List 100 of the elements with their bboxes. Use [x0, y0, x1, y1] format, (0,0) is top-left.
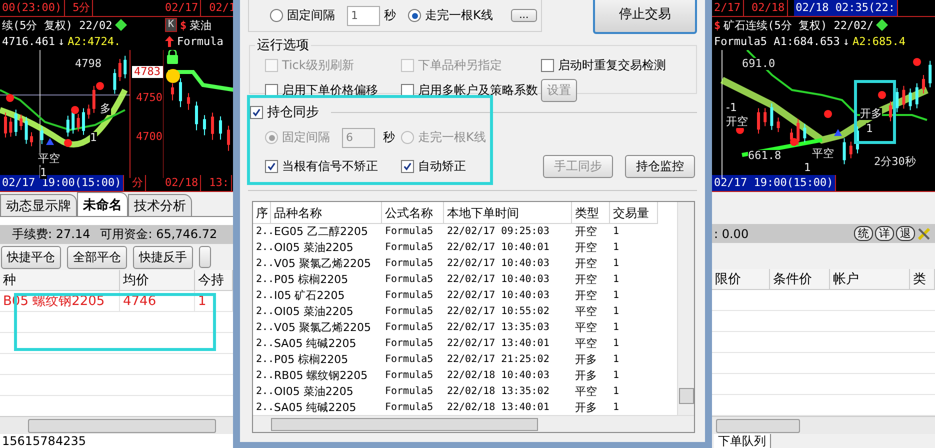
- candlestick: [118, 58, 122, 82]
- table-cell-text: 22/02/17 13:35:03: [446, 321, 550, 335]
- input-field[interactable]: 1: [347, 6, 380, 26]
- table-cell-text: 开空: [574, 272, 598, 288]
- table-cell-text: 22/02/18 13:35:02: [446, 385, 550, 399]
- checkbox[interactable]: [401, 160, 414, 173]
- triangle-marker: [46, 138, 54, 145]
- currency-sign: $: [714, 18, 721, 32]
- time-label: 5分: [70, 0, 94, 16]
- table-cell-text: 22/02/17 10:40:03: [446, 273, 550, 287]
- candlestick: [856, 126, 859, 154]
- diamond-icon: [115, 19, 128, 32]
- trend-arrow: ↓: [842, 35, 850, 48]
- action-button[interactable]: 详: [875, 226, 894, 241]
- checkbox[interactable]: [250, 106, 263, 118]
- tab[interactable]: 下单队列: [714, 434, 771, 448]
- scrollbar[interactable]: [253, 415, 694, 432]
- signal-dot: [878, 91, 886, 99]
- table-cell-text: 1: [612, 321, 620, 335]
- column-header[interactable]: 品种名称: [271, 202, 382, 224]
- stop-button[interactable]: 停止交易: [593, 0, 697, 34]
- trend-arrow: ↓: [58, 35, 65, 48]
- table-cell-text: 开空: [574, 256, 598, 272]
- radio-button[interactable]: [408, 9, 421, 22]
- table-cell-text: 1: [612, 305, 620, 319]
- quick-button[interactable]: 快捷反手: [133, 246, 193, 268]
- radio-button[interactable]: [270, 9, 283, 22]
- checkbox[interactable]: [265, 160, 278, 173]
- candlestick: [30, 132, 33, 147]
- toolbar-button[interactable]: [199, 246, 211, 268]
- time-label: 02/18 02:35(22:: [794, 0, 898, 16]
- action-button[interactable]: 统: [854, 226, 873, 241]
- table-cell-text: 2..: [255, 401, 271, 415]
- signal-dot: [96, 82, 104, 90]
- action-button[interactable]: 退: [896, 226, 915, 241]
- account-number: 15615784235: [2, 434, 86, 448]
- scrollbar[interactable]: [677, 202, 694, 416]
- table-cell-text: P05 棕榈2205: [273, 352, 350, 368]
- candlestick: [171, 82, 174, 101]
- table-cell-text: 2..: [255, 241, 271, 255]
- unit-label: 秒: [384, 7, 396, 24]
- table-cell-text: Formula5: [384, 305, 434, 319]
- table-cell-text: 1: [612, 337, 620, 351]
- time-label: 13:: [207, 175, 232, 191]
- table-cell-text: 2..: [255, 289, 271, 303]
- tab[interactable]: 技术分析: [128, 194, 192, 216]
- time-label: 02/17 19:00(15:00): [0, 175, 124, 191]
- table-cell-text: 22/02/18 10:40:03: [446, 369, 550, 383]
- tools-icon[interactable]: [917, 226, 931, 240]
- candlestick: [92, 85, 96, 114]
- signal-label: 平空: [38, 153, 60, 165]
- column-header[interactable]: 序: [253, 202, 271, 224]
- column-header: 均价: [120, 270, 195, 291]
- table-cell-text: OI05 菜油2205: [273, 304, 354, 320]
- table-cell-text: 2..: [255, 257, 271, 271]
- more-button[interactable]: ...: [510, 9, 537, 22]
- table-cell-text: 22/02/17 21:25:02: [446, 353, 550, 367]
- candlestick: [776, 117, 780, 133]
- signal-label: -1: [726, 102, 737, 114]
- checkbox-label: 当根有信号不矫正: [282, 158, 378, 175]
- table-cell-text: 开多: [574, 400, 598, 416]
- signal-label: 1: [90, 132, 97, 144]
- tab[interactable]: 未命名: [77, 192, 128, 216]
- column-header[interactable]: 公式名称: [382, 202, 444, 224]
- quick-button[interactable]: 快捷平仓: [1, 246, 61, 268]
- formula-name: Formula: [177, 35, 224, 48]
- column-header[interactable]: 交易量: [610, 202, 658, 224]
- candlestick: [113, 68, 116, 94]
- chart-title: 续(5分 复权) 22/02: [2, 18, 112, 33]
- table-cell-text: 开多: [574, 368, 598, 384]
- table-cell-text: SA05 纯碱2205: [273, 336, 358, 352]
- candlestick: [902, 85, 906, 110]
- sync-button[interactable]: 持仓监控: [625, 155, 695, 178]
- signal-label: 1: [804, 162, 811, 174]
- table-cell-text: 平空: [574, 304, 598, 320]
- column-header: 今持: [195, 270, 233, 291]
- signal-dot: [790, 138, 798, 146]
- checkbox[interactable]: [541, 59, 554, 72]
- table-cell-text: 开空: [574, 240, 598, 256]
- candlestick: [4, 112, 7, 138]
- table-cell-text: RB05 螺纹钢2205: [273, 368, 369, 384]
- table-cell-text: Formula5: [384, 337, 434, 351]
- candlestick: [764, 108, 767, 127]
- table-cell-text: Formula5: [384, 289, 434, 303]
- table-cell-text: I05 矿石2205: [273, 288, 346, 304]
- quick-button[interactable]: 全部平仓: [67, 246, 127, 268]
- period-button[interactable]: K: [165, 18, 178, 32]
- table-cell-text: 开空: [574, 224, 598, 240]
- column-header[interactable]: 本地下单时间: [444, 202, 572, 224]
- checkbox-label: Tick级别刷新: [282, 57, 354, 74]
- column-header[interactable]: 类型: [572, 202, 610, 224]
- scrollbar[interactable]: [712, 416, 935, 434]
- table-cell-text: 平空: [574, 384, 598, 400]
- scrollbar[interactable]: [0, 416, 233, 434]
- table-cell-text: 开空: [574, 288, 598, 304]
- table-cell-text: P05 棕榈2205: [273, 272, 350, 288]
- tab[interactable]: 动态显示牌: [0, 194, 77, 216]
- table-cell-text: 22/02/17 10:40:03: [446, 289, 550, 303]
- time-label: 02/17 19:00(15:00): [712, 175, 836, 191]
- price-note: 2分30秒: [874, 156, 916, 168]
